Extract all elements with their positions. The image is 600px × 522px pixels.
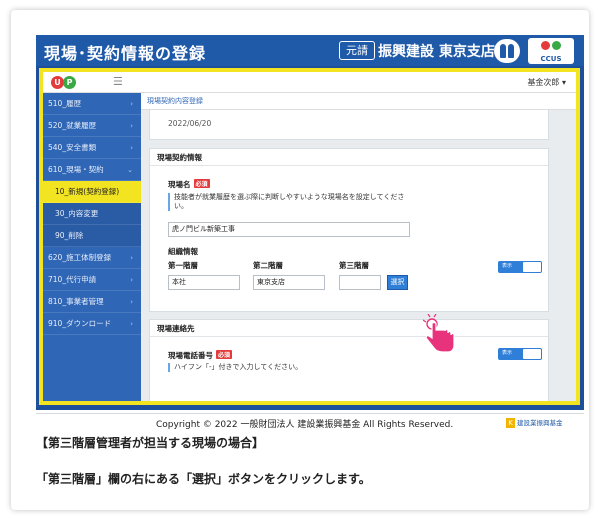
fund-mark: K (506, 418, 515, 428)
app-header: U P ☰ 基金次郎 ▾ (43, 72, 576, 93)
sidebar-item-label: 610_現場・契約 (48, 165, 104, 174)
sidebar-item-delete[interactable]: 90_削除 (43, 225, 141, 247)
footer: Copyright © 2022 一般財団法人 建設業振興基金 All Righ… (36, 413, 584, 431)
tier2-label: 第二階層 (253, 261, 283, 270)
sidebar-item-label: 510_履歴 (48, 99, 82, 108)
tier3-select-button[interactable]: 選択 (387, 275, 408, 290)
sidebar-item-history[interactable]: 510_履歴 › (43, 93, 141, 115)
chevron-right-icon: › (130, 100, 133, 108)
fund-name: 建設業振興基金 (517, 419, 563, 427)
tier1-label: 第一階層 (168, 261, 198, 270)
sidebar-item-download[interactable]: 910_ダウンロード › (43, 313, 141, 335)
chevron-right-icon: › (130, 320, 133, 328)
sidebar-item-new-contract[interactable]: 10_新規(契約登録) (43, 181, 141, 203)
site-name-input[interactable]: 虎ノ門ビル新築工事 (168, 222, 410, 237)
copyright: Copyright © 2022 一般財団法人 建設業振興基金 All Righ… (156, 420, 454, 430)
tier3-input[interactable] (339, 275, 381, 290)
sidebar-item-site-contract[interactable]: 610_現場・契約 ⌄ (43, 159, 141, 181)
sidebar-item-edit[interactable]: 30_内容変更 (43, 203, 141, 225)
site-name-label-text: 現場名 (168, 180, 191, 189)
user-menu[interactable]: 基金次郎 ▾ (527, 77, 566, 88)
sidebar-item-construction-system[interactable]: 620_施工体制登録 › (43, 247, 141, 269)
user-group-icon[interactable] (494, 39, 520, 63)
sidebar-item-label: 620_施工体制登録 (48, 253, 112, 262)
fund-logo: K 建設業振興基金 (506, 417, 563, 428)
sidebar-item-safety-docs[interactable]: 540_安全書類 › (43, 137, 141, 159)
chevron-right-icon: › (130, 276, 133, 284)
required-badge: 必須 (216, 350, 233, 359)
sidebar-item-label: 910_ダウンロード (48, 319, 112, 328)
contact-section-title: 現場連絡先 (150, 320, 548, 337)
instruction-frame: 現場･契約情報の登録 元請 振興建設 東京支店 CCUS U P ☰ 基金次郎 … (11, 10, 589, 510)
phone-label-text: 現場電話番号 (168, 351, 213, 360)
company-name: 振興建設 東京支店 (378, 44, 495, 60)
hamburger-icon[interactable]: ☰ (113, 75, 123, 88)
sidebar-item-label: 810_事業者管理 (48, 297, 104, 306)
tier3-label: 第三階層 (339, 261, 369, 270)
date-card: 2022/06/20 (149, 110, 549, 140)
ccus-logo-text: CCUS (540, 55, 562, 63)
sidebar-item-label: 540_安全書類 (48, 143, 97, 152)
site-name-note: 技能者が就業履歴を選ぶ際に判断しやすいような現場名を設定してください。 (168, 193, 418, 211)
phone-visibility-toggle[interactable]: 表示 (498, 348, 542, 360)
sidebar-item-label: 710_代行申請 (48, 275, 97, 284)
org-info-label: 組織情報 (168, 247, 198, 256)
chevron-right-icon: › (130, 144, 133, 152)
toggle-label: 表示 (502, 263, 513, 269)
org-visibility-toggle[interactable]: 表示 (498, 261, 542, 273)
hand-cursor-icon (423, 314, 455, 353)
sidebar-item-label: 520_就業履歴 (48, 121, 97, 130)
sidebar-item-label: 90_削除 (55, 231, 84, 240)
sidebar-item-work-history[interactable]: 520_就業履歴 › (43, 115, 141, 137)
required-badge: 必須 (193, 179, 210, 188)
sidebar-item-label: 10_新規(契約登録) (55, 187, 120, 196)
contract-info-card: 現場契約情報 現場名 必須 技能者が就業履歴を選ぶ際に判断しやすいような現場名を設… (149, 148, 549, 312)
ccus-logo: CCUS (528, 38, 574, 64)
title-bar: 現場･契約情報の登録 元請 振興建設 東京支店 CCUS (36, 35, 584, 66)
app-screen: 現場･契約情報の登録 元請 振興建設 東京支店 CCUS U P ☰ 基金次郎 … (36, 35, 584, 431)
chevron-down-icon: ⌄ (127, 166, 133, 174)
highlight-box: U P ☰ 基金次郎 ▾ 510_履歴 › 520_就業履歴 › 540_安全書類 ›… (39, 68, 580, 405)
chevron-right-icon: › (130, 122, 133, 130)
sidebar-item-proxy-application[interactable]: 710_代行申請 › (43, 269, 141, 291)
chevron-right-icon: › (130, 298, 133, 306)
logo-letter-p: P (63, 76, 76, 89)
caption-heading: 【第三階層管理者が担当する現場の場合】 (36, 436, 265, 450)
date-value: 2022/06/20 (168, 119, 212, 128)
sidebar-item-label: 30_内容変更 (55, 209, 99, 218)
chevron-right-icon: › (130, 254, 133, 262)
phone-note: ハイフン「-」付きで入力してください。 (168, 363, 418, 372)
caption-instruction: 「第三階層」欄の右にある「選択」ボタンをクリックします。 (36, 472, 371, 486)
sidebar: 510_履歴 › 520_就業履歴 › 540_安全書類 › 610_現場・契約 ⌄ 1… (43, 93, 141, 401)
toggle-knob (523, 262, 541, 272)
breadcrumb[interactable]: 現場契約内容登録 (141, 93, 576, 110)
tier1-input[interactable]: 本社 (168, 275, 240, 290)
toggle-knob (523, 349, 541, 359)
role-badge: 元請 (339, 41, 375, 60)
tier2-input[interactable]: 東京支店 (253, 275, 325, 290)
site-name-label: 現場名 必須 (168, 179, 210, 190)
up-logo: U P (51, 74, 89, 91)
toggle-label: 表示 (502, 350, 513, 356)
phone-label: 現場電話番号 必須 (168, 350, 233, 361)
sidebar-item-business-admin[interactable]: 810_事業者管理 › (43, 291, 141, 313)
contract-section-title: 現場契約情報 (150, 149, 548, 166)
site-contact-card: 現場連絡先 現場電話番号 必須 ハイフン「-」付きで入力してください。 表示 (149, 319, 549, 401)
page-title: 現場･契約情報の登録 (44, 44, 207, 63)
main-content: 現場契約内容登録 2022/06/20 現場契約情報 現場名 必須 技能者が就業履… (141, 93, 576, 401)
